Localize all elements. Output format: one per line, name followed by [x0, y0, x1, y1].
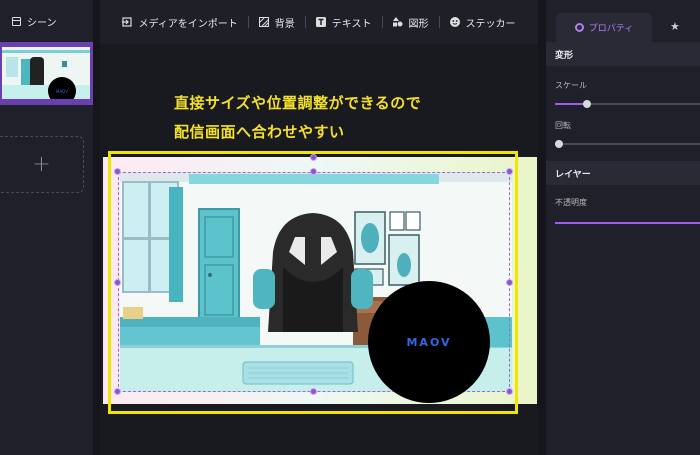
- resize-handle-bottom-right[interactable]: [506, 388, 513, 395]
- svg-text:MAOV: MAOV: [56, 89, 68, 94]
- plus-icon: +: [32, 152, 51, 177]
- shapes-button[interactable]: 図形: [392, 15, 429, 30]
- properties-icon: [574, 23, 584, 32]
- opacity-slider[interactable]: [555, 222, 700, 224]
- shapes-icon: [392, 17, 403, 27]
- scale-label: スケール: [555, 81, 587, 90]
- rotation-slider[interactable]: [555, 140, 700, 148]
- scene-thumbnail[interactable]: MAOV: [0, 42, 93, 105]
- opacity-slider-fill: [555, 222, 700, 224]
- opacity-label: 不透明度: [555, 198, 587, 207]
- resize-handle-right[interactable]: [506, 279, 513, 286]
- text-button[interactable]: テキスト: [315, 15, 372, 30]
- section-layer: レイヤー: [546, 161, 700, 185]
- scene-icon: [12, 16, 21, 26]
- caption-line-1: 直接サイズや位置調整ができるので: [174, 94, 422, 112]
- background-icon: [258, 16, 270, 28]
- background-button[interactable]: 背景: [258, 15, 295, 30]
- scale-slider-knob[interactable]: [583, 100, 591, 108]
- divider: [538, 0, 546, 455]
- import-icon: [122, 17, 133, 27]
- resize-handle-top-mid[interactable]: [310, 168, 317, 175]
- resize-handle-bottom-left[interactable]: [114, 388, 121, 395]
- scene-panel-header: シーン: [0, 0, 93, 42]
- sticker-label: ステッカー: [465, 18, 516, 30]
- toolbar-separator: [438, 16, 440, 28]
- resize-handle-bottom[interactable]: [310, 388, 317, 395]
- logo-text: MAOV: [406, 335, 452, 349]
- toolbar-separator: [381, 16, 383, 28]
- section-transform: 変形: [546, 42, 700, 66]
- background-label: 背景: [274, 18, 295, 30]
- star-icon: ★: [670, 20, 680, 33]
- resize-handle-top-left[interactable]: [114, 168, 121, 175]
- text-icon: [315, 17, 326, 27]
- tab-effects[interactable]: ★: [670, 20, 680, 33]
- properties-panel: プロパティ ★ 変形 スケール 回転 レイヤー 不透明度: [546, 0, 700, 455]
- tab-properties[interactable]: プロパティ: [556, 13, 652, 42]
- resize-handle-top-right[interactable]: [506, 168, 513, 175]
- divider: [93, 0, 100, 455]
- import-media-button[interactable]: メディアをインポート: [122, 15, 238, 30]
- scale-slider[interactable]: [555, 100, 700, 108]
- tab-properties-label: プロパティ: [588, 24, 634, 34]
- sticker-icon: [449, 17, 460, 27]
- rotation-slider-knob[interactable]: [555, 140, 563, 148]
- resize-handle-left[interactable]: [114, 279, 121, 286]
- caption-line-2: 配信画面へ合わせやすい: [174, 123, 345, 141]
- properties-tabs: プロパティ ★: [546, 0, 700, 42]
- rotation-label: 回転: [555, 121, 571, 130]
- add-scene-button[interactable]: +: [0, 136, 84, 193]
- text-label: テキスト: [331, 18, 372, 30]
- scene-panel: シーン MAOV +: [0, 0, 93, 455]
- toolbar-separator: [247, 16, 249, 28]
- canvas-toolbar: メディアをインポート 背景 テキスト 図形 ステッカー: [100, 0, 538, 44]
- toolbar-separator: [304, 16, 306, 28]
- sticker-button[interactable]: ステッカー: [449, 15, 516, 30]
- scene-panel-title: シーン: [27, 17, 57, 29]
- shapes-label: 図形: [408, 18, 429, 30]
- import-media-label: メディアをインポート: [138, 18, 238, 30]
- logo-sticker[interactable]: MAOV: [368, 281, 490, 403]
- scene-thumbnail-image: MAOV: [2, 47, 90, 99]
- resize-handle-top[interactable]: [310, 154, 317, 161]
